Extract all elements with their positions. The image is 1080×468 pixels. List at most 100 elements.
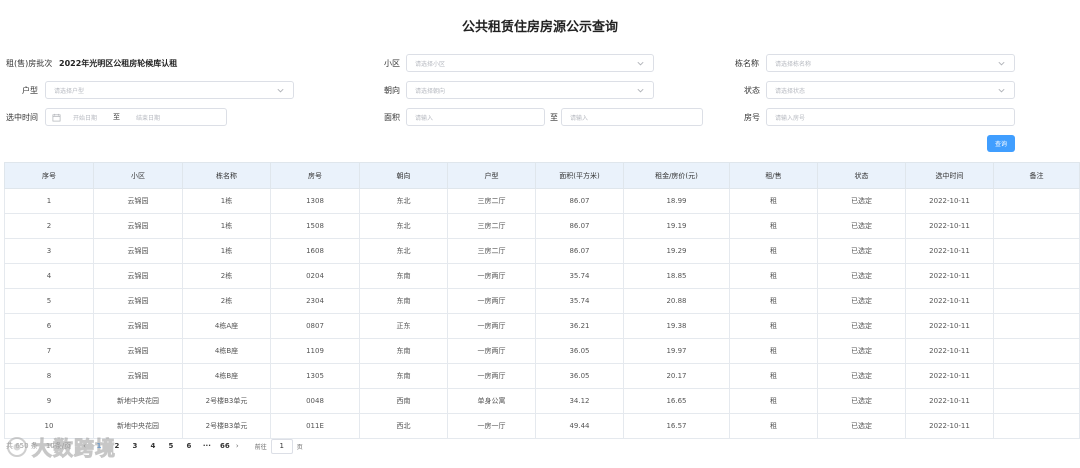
page-number[interactable]: 1 <box>92 442 106 450</box>
status-select[interactable]: 请选择状态 <box>766 81 1015 99</box>
cell-remark <box>993 413 1080 439</box>
header-rent: 租金/房价(元) <box>623 162 730 189</box>
cell-index: 5 <box>4 288 94 314</box>
cell-layout: 单身公寓 <box>447 388 536 414</box>
cell-building: 4栋A座 <box>182 313 271 339</box>
room-input[interactable]: 请输入房号 <box>766 108 1015 126</box>
cell-area: 34.12 <box>535 388 624 414</box>
community-placeholder: 请选择小区 <box>415 60 446 68</box>
cell-room: 0204 <box>270 263 360 289</box>
cell-area: 86.07 <box>535 238 624 264</box>
area-max-input[interactable]: 请输入 <box>561 108 703 126</box>
cell-community: 新地中央花园 <box>93 388 183 414</box>
cell-remark <box>993 288 1080 314</box>
page-number[interactable]: 5 <box>164 442 178 450</box>
cell-room: 011E <box>270 413 360 439</box>
cell-community: 云锦园 <box>93 338 183 364</box>
cell-building: 2栋 <box>182 263 271 289</box>
building-select[interactable]: 请选择栋名称 <box>766 54 1015 72</box>
time-range-picker[interactable]: 开始日期 至 结束日期 <box>45 108 227 126</box>
cell-selected-time: 2022-10-11 <box>905 288 994 314</box>
cell-orientation: 西南 <box>359 388 448 414</box>
cell-rent: 19.29 <box>623 238 730 264</box>
community-select[interactable]: 请选择小区 <box>406 54 654 72</box>
cell-selected-time: 2022-10-11 <box>905 338 994 364</box>
cell-index: 2 <box>4 213 94 239</box>
table-row: 10 新地中央花园 2号楼B3单元 011E 西北 一房一厅 49.44 16.57 租已选定 2… <box>4 413 1080 439</box>
cell-rent: 16.65 <box>623 388 730 414</box>
cell-remark <box>993 188 1080 214</box>
area-min-placeholder: 请输入 <box>415 114 434 122</box>
header-area: 面积(平方米) <box>535 162 624 189</box>
cell-orientation: 东南 <box>359 263 448 289</box>
cell-status: 已选定 <box>817 313 906 339</box>
goto-input[interactable]: 1 <box>270 438 293 454</box>
cell-index: 7 <box>4 338 94 364</box>
cell-rent-sale: 租 <box>729 388 818 414</box>
header-orientation: 朝向 <box>359 162 448 189</box>
area-min-input[interactable]: 请输入 <box>406 108 545 126</box>
cell-remark <box>993 338 1080 364</box>
page-number[interactable]: 3 <box>128 442 142 450</box>
page-number[interactable]: 6 <box>182 442 196 450</box>
table-row: 5 云锦园 2栋 2304 东南 一房两厅 35.74 20.88 租已选定 2022-10-11 <box>4 288 1080 314</box>
cell-rent-sale: 租 <box>729 238 818 264</box>
cell-area: 35.74 <box>535 288 624 314</box>
page-number[interactable]: 2 <box>110 442 124 450</box>
chevron-down-icon <box>998 61 1005 65</box>
cell-status: 已选定 <box>817 338 906 364</box>
page-size-select[interactable]: 10条/页 <box>46 441 71 451</box>
cell-community: 云锦园 <box>93 288 183 314</box>
pagination-total: 共 650 条 <box>6 442 38 450</box>
cell-orientation: 西北 <box>359 413 448 439</box>
orientation-select[interactable]: 请选择朝向 <box>406 81 654 99</box>
page-number[interactable]: 4 <box>146 442 160 450</box>
search-button[interactable]: 查询 <box>987 135 1015 152</box>
batch-label: 租(售)房批次 <box>6 59 53 68</box>
chevron-down-icon <box>637 61 644 65</box>
time-start-placeholder[interactable]: 开始日期 <box>61 113 109 122</box>
cell-remark <box>993 213 1080 239</box>
layout-select[interactable]: 请选择户型 <box>45 81 294 99</box>
cell-selected-time: 2022-10-11 <box>905 413 994 439</box>
cell-index: 4 <box>4 263 94 289</box>
cell-community: 云锦园 <box>93 188 183 214</box>
time-label: 选中时间 <box>6 113 38 122</box>
cell-status: 已选定 <box>817 263 906 289</box>
cell-orientation: 东南 <box>359 338 448 364</box>
calendar-icon <box>52 113 61 121</box>
header-rent-sale: 租/售 <box>729 162 818 189</box>
prev-page-button[interactable]: ‹ <box>83 442 86 450</box>
cell-rent-sale: 租 <box>729 413 818 439</box>
cell-orientation: 东南 <box>359 363 448 389</box>
cell-room: 1608 <box>270 238 360 264</box>
next-page-button[interactable]: › <box>236 442 239 450</box>
cell-status: 已选定 <box>817 213 906 239</box>
cell-area: 86.07 <box>535 188 624 214</box>
header-room: 房号 <box>270 162 360 189</box>
cell-orientation: 正东 <box>359 313 448 339</box>
cell-layout: 一房一厅 <box>447 413 536 439</box>
page-list: 1 2 3 4 5 6 ··· 66 <box>92 442 236 450</box>
cell-room: 1508 <box>270 213 360 239</box>
cell-status: 已选定 <box>817 288 906 314</box>
cell-remark <box>993 313 1080 339</box>
cell-layout: 一房两厅 <box>447 288 536 314</box>
header-building: 栋名称 <box>182 162 271 189</box>
header-status: 状态 <box>817 162 906 189</box>
cell-rent: 20.88 <box>623 288 730 314</box>
chevron-down-icon <box>637 88 644 92</box>
table-row: 4 云锦园 2栋 0204 东南 一房两厅 35.74 18.85 租已选定 2022-10-11 <box>4 263 1080 289</box>
time-separator: 至 <box>113 113 120 121</box>
cell-area: 36.21 <box>535 313 624 339</box>
table-row: 7 云锦园 4栋B座 1109 东南 一房两厅 36.05 19.97 租已选定 2022-10-… <box>4 338 1080 364</box>
building-placeholder: 请选择栋名称 <box>775 60 812 68</box>
area-separator: 至 <box>550 113 558 122</box>
page-number[interactable]: 66 <box>218 442 232 450</box>
cell-community: 云锦园 <box>93 313 183 339</box>
time-end-placeholder[interactable]: 结束日期 <box>124 113 172 122</box>
status-placeholder: 请选择状态 <box>775 87 806 95</box>
table-header-row: 序号 小区 栋名称 房号 朝向 户型 面积(平方米) 租金/房价(元) 租/售 … <box>4 162 1080 189</box>
page-ellipsis[interactable]: ··· <box>200 442 214 450</box>
cell-layout: 三房二厅 <box>447 238 536 264</box>
